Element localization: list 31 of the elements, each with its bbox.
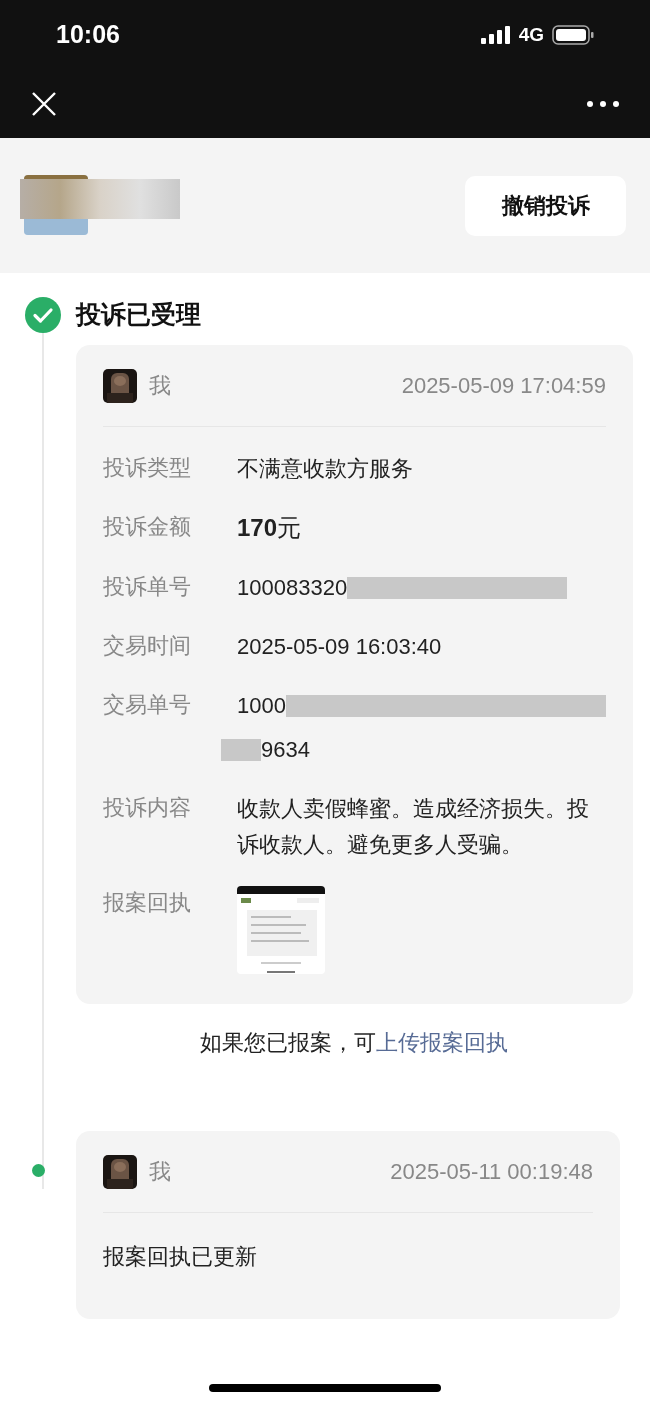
field-value: 9634 [261,736,310,764]
withdraw-complaint-button[interactable]: 撤销投诉 [465,175,626,236]
field-label: 投诉金额 [103,513,192,541]
hint-text: 如果您已报案，可 [200,1030,377,1055]
field-value: 2025-05-09 16:03:40 [237,634,442,659]
timestamp: 2025-05-09 17:04:59 [401,372,606,400]
field-value: 不满意收款方服务 [237,456,413,481]
status-title: 投诉已受理 [76,299,201,331]
field-value: 收款人卖假蜂蜜。造成经济损失。投诉收款人。避免更多人受骗。 [237,796,589,857]
signal-icon [480,26,511,44]
amount-value: 170元 [237,514,302,541]
receipt-thumbnail[interactable] [237,886,325,974]
field-label: 投诉单号 [103,573,192,601]
upload-receipt-link[interactable]: 上传报案回执 [376,1030,509,1055]
battery-icon [552,25,594,45]
field-label: 投诉内容 [103,794,192,822]
field-value: 1000 [237,692,286,720]
close-button[interactable] [31,91,57,117]
field-label: 交易时间 [103,632,192,660]
check-circle-icon [25,297,61,333]
timestamp: 2025-05-11 00:19:48 [390,1158,593,1186]
redaction-block [221,739,261,761]
field-label: 报案回执 [103,889,192,917]
author-name: 我 [149,372,171,400]
network-label: 4G [518,22,544,47]
status-time: 10:06 [56,19,120,51]
message-text: 报案回执已更新 [103,1244,257,1269]
field-value: 100083320 [237,574,348,602]
field-label: 交易单号 [103,691,192,719]
author-name: 我 [149,1158,171,1186]
field-label: 投诉类型 [103,454,192,482]
